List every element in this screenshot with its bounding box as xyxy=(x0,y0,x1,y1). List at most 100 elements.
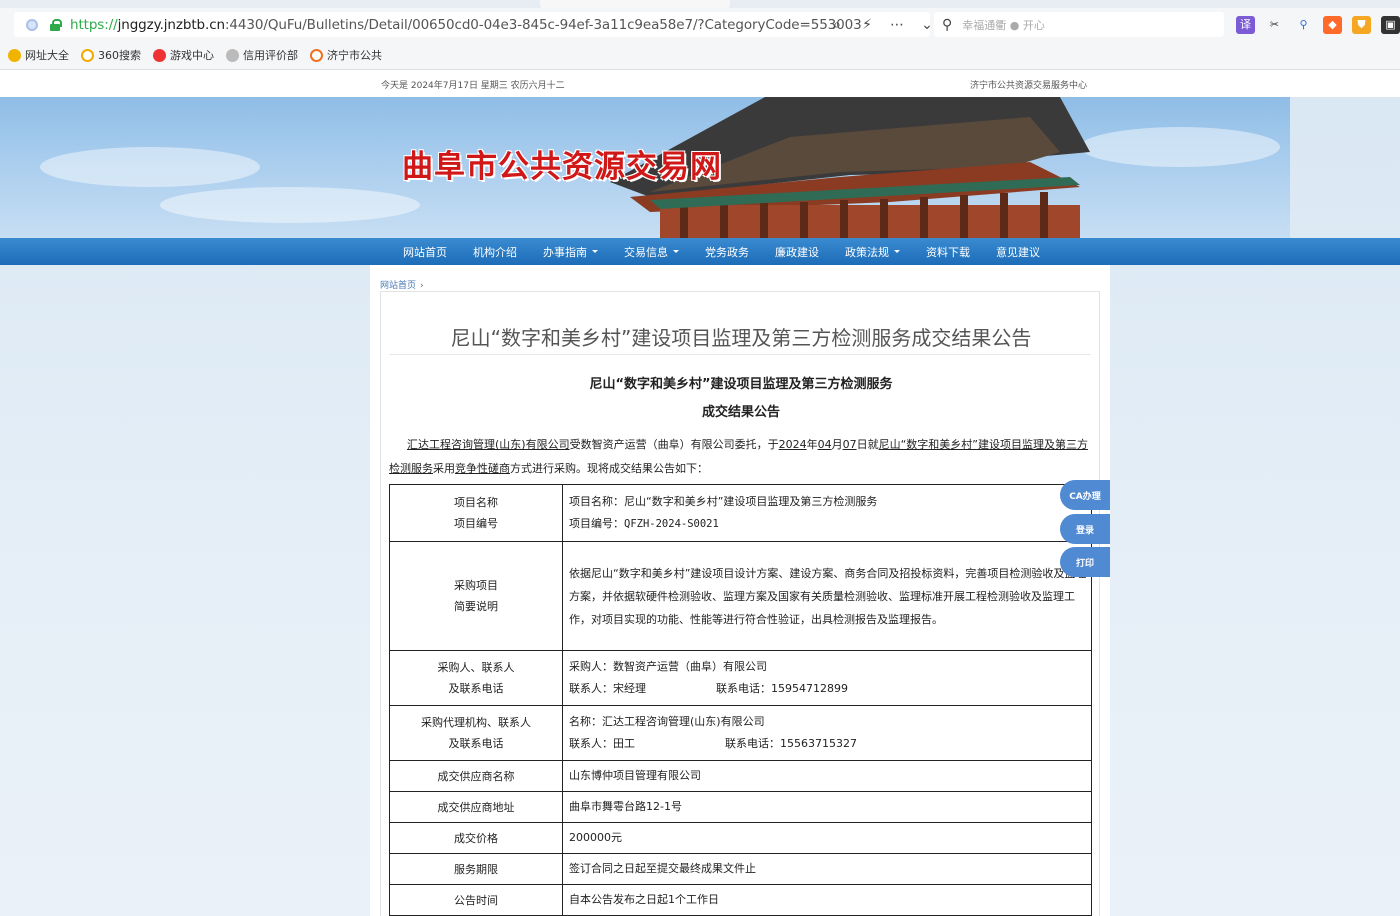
nav-item[interactable]: 廉政建设 xyxy=(762,244,832,260)
key-line: 采购项目 xyxy=(454,579,498,592)
table-row: 成交供应商名称 山东博仲项目管理有限公司 xyxy=(389,760,1092,792)
intro-day: 07 xyxy=(842,438,857,451)
scissors-icon[interactable]: ✂ xyxy=(1265,16,1284,34)
banner-title: 曲阜市公共资源交易网 xyxy=(402,149,722,185)
bag-icon[interactable]: ▣ xyxy=(1381,16,1400,34)
nav-item[interactable]: 交易信息 xyxy=(611,244,692,260)
key-line: 项目名称 xyxy=(454,496,498,509)
nav-item-label: 网站首页 xyxy=(403,245,447,259)
contact-phone: 联系电话：15563715327 xyxy=(725,737,857,750)
nav-item[interactable]: 资料下载 xyxy=(913,244,983,260)
site-banner: 曲阜市公共资源交易网 xyxy=(0,97,1290,238)
agent-name: 汇达工程咨询管理(山东)有限公司 xyxy=(407,438,570,451)
url-text[interactable]: https://jnggzy.jnzbtb.cn:4430/QuFu/Bulle… xyxy=(70,17,862,33)
nav-item[interactable]: 党务政务 xyxy=(692,244,762,260)
page-title: 尼山“数字和美乡村”建设项目监理及第三方检测服务成交结果公告 xyxy=(450,326,1032,350)
contact-line: 联系人：田工 联系电话：15563715327 xyxy=(569,733,1091,755)
contact-phone: 联系电话：15954712899 xyxy=(716,682,848,695)
globe-icon xyxy=(226,48,239,62)
row-value: 项目名称：尼山“数字和美乡村”建设项目监理及第三方检测服务 项目编号：QFZH-2… xyxy=(562,484,1092,542)
nav-item[interactable]: 网站首页 xyxy=(390,244,460,260)
nav-item-label: 交易信息 xyxy=(624,245,668,259)
main-content: 网站首页 › 尼山“数字和美乡村”建设项目监理及第三方检测服务成交结果公告 尼山“… xyxy=(370,265,1110,916)
intro-text: 月 xyxy=(831,438,843,451)
table-row: 采购代理机构、联系人 及联系电话 名称：汇达工程咨询管理(山东)有限公司 联系人：田… xyxy=(389,705,1092,761)
row-key: 采购项目 简要说明 xyxy=(389,541,563,651)
intro-text: 方式进行采购。现将成交结果公告如下： xyxy=(510,462,708,475)
notice-panel: 尼山“数字和美乡村”建设项目监理及第三方检测服务成交结果公告 尼山“数字和美乡村… xyxy=(380,291,1100,916)
nav-item[interactable]: 办事指南 xyxy=(530,244,611,260)
address-bar[interactable]: https://jnggzy.jnzbtb.cn:4430/QuFu/Bulle… xyxy=(14,12,933,37)
shield-icon[interactable]: ⛊ xyxy=(1352,16,1371,34)
lock-icon[interactable] xyxy=(50,19,62,31)
more-icon[interactable]: ⋯ xyxy=(889,17,905,33)
contact-line: 联系人：宋经理 联系电话：15954712899 xyxy=(569,678,1091,700)
nav-item-label: 廉政建设 xyxy=(775,245,819,259)
translate-icon[interactable]: 译 xyxy=(1236,16,1255,34)
caret-down-icon xyxy=(592,250,598,253)
bookmark-item[interactable]: 济宁市公共 xyxy=(310,47,382,63)
key-line: 项目编号 xyxy=(454,517,498,530)
search-icon[interactable]: ⌕ xyxy=(829,17,845,33)
browser-tab-active[interactable] xyxy=(540,0,730,8)
bookmark-item[interactable]: 信用评价部 xyxy=(226,47,298,63)
breadcrumb-home-link[interactable]: 网站首页 xyxy=(380,281,416,291)
nav-item[interactable]: 意见建议 xyxy=(983,244,1053,260)
table-row: 公告时间 自本公告发布之日起1个工作日 xyxy=(389,884,1092,916)
login-button[interactable]: 登录 xyxy=(1060,514,1110,544)
row-key: 采购代理机构、联系人 及联系电话 xyxy=(389,705,563,761)
row-key: 成交价格 xyxy=(389,822,563,854)
top-info-bar: 今天是 2024年7月17日 星期三 农历六月十二 济宁市公共资源交易服务中心 xyxy=(0,71,1400,97)
360-icon xyxy=(81,48,94,62)
intro-year: 2024 xyxy=(778,438,807,451)
row-value: 200000元 xyxy=(562,822,1092,854)
row-value: 山东博仲项目管理有限公司 xyxy=(562,760,1092,792)
bookmark-label: 济宁市公共 xyxy=(327,49,382,62)
key-line: 及联系电话 xyxy=(448,737,504,750)
search-box[interactable]: ⚲ 幸福通衢 ● 开心 xyxy=(934,12,1224,37)
game-icon[interactable]: ◆ xyxy=(1323,16,1342,34)
key-line: 采购人、联系人 xyxy=(437,661,515,674)
nav-item-label: 政策法规 xyxy=(845,245,889,259)
bookmarks-bar: 网址大全 360搜索 游戏中心 信用评价部 济宁市公共 xyxy=(0,41,1400,70)
table-row: 服务期限 签订合同之日起至提交最终成果文件止 xyxy=(389,853,1092,885)
chevron-down-icon[interactable]: ⌄ xyxy=(919,17,935,33)
cloud-decoration xyxy=(1080,127,1280,167)
site-info-icon[interactable] xyxy=(26,18,38,31)
nav-item[interactable]: 机构介绍 xyxy=(460,244,530,260)
intro-text: 日就 xyxy=(856,438,879,451)
row-key: 服务期限 xyxy=(389,853,563,885)
main-nav: 网站首页 机构介绍 办事指南 交易信息 党务政务 廉政建设 政策法规 资料下载 意见建议 xyxy=(0,238,1400,265)
ca-button[interactable]: CA办理 xyxy=(1060,480,1110,510)
nav-item-label: 办事指南 xyxy=(543,245,587,259)
caret-down-icon xyxy=(673,250,679,253)
row-value: 名称：汇达工程咨询管理(山东)有限公司 联系人：田工 联系电话：1556371532… xyxy=(562,705,1092,761)
row-key: 成交供应商名称 xyxy=(389,760,563,792)
address-bar-actions: ⌕ ⚡ ⋯ ⌄ xyxy=(829,12,935,37)
search-icon: ⚲ xyxy=(942,16,953,33)
row-value: 采购人：数智资产运营（曲阜）有限公司 联系人：宋经理 联系电话：1595471289… xyxy=(562,650,1092,706)
row-value: 自本公告发布之日起1个工作日 xyxy=(562,884,1092,916)
project-code: 项目编号：QFZH-2024-S0021 xyxy=(569,517,719,530)
bookmark-item[interactable]: 网址大全 xyxy=(8,47,69,63)
project-name: 项目名称：尼山“数字和美乡村”建设项目监理及第三方检测服务 xyxy=(569,495,878,508)
intro-month: 04 xyxy=(817,438,832,451)
lightning-icon[interactable]: ⚡ xyxy=(859,17,875,33)
nav-item[interactable]: 政策法规 xyxy=(832,244,913,260)
game-center-icon xyxy=(153,48,166,62)
print-button[interactable]: 打印 xyxy=(1060,547,1110,577)
breadcrumb-separator-icon: › xyxy=(420,281,424,291)
table-row: 采购人、联系人 及联系电话 采购人：数智资产运营（曲阜）有限公司 联系人：宋经理 联系… xyxy=(389,650,1092,706)
nav-item-label: 机构介绍 xyxy=(473,245,517,259)
intro-method: 竞争性磋商 xyxy=(455,462,510,475)
url-path: :4430/QuFu/Bulletins/Detail/00650cd0-04e… xyxy=(224,16,862,33)
bookmark-item[interactable]: 游戏中心 xyxy=(153,47,214,63)
magnifier-icon[interactable]: ⚲ xyxy=(1294,16,1313,34)
row-value: 曲阜市舞雩台路12-1号 xyxy=(562,791,1092,823)
url-protocol: https:// xyxy=(70,16,118,33)
browser-toolbar: https://jnggzy.jnzbtb.cn:4430/QuFu/Bulle… xyxy=(0,8,1400,41)
site-favicon-icon xyxy=(310,48,323,62)
row-value: 依据尼山“数字和美乡村”建设项目设计方案、建设方案、商务合同及招投标资料，完善项… xyxy=(562,541,1092,651)
bookmark-item[interactable]: 360搜索 xyxy=(81,47,141,63)
nav-items: 网站首页 机构介绍 办事指南 交易信息 党务政务 廉政建设 政策法规 资料下载 意见建议 xyxy=(390,238,1053,265)
